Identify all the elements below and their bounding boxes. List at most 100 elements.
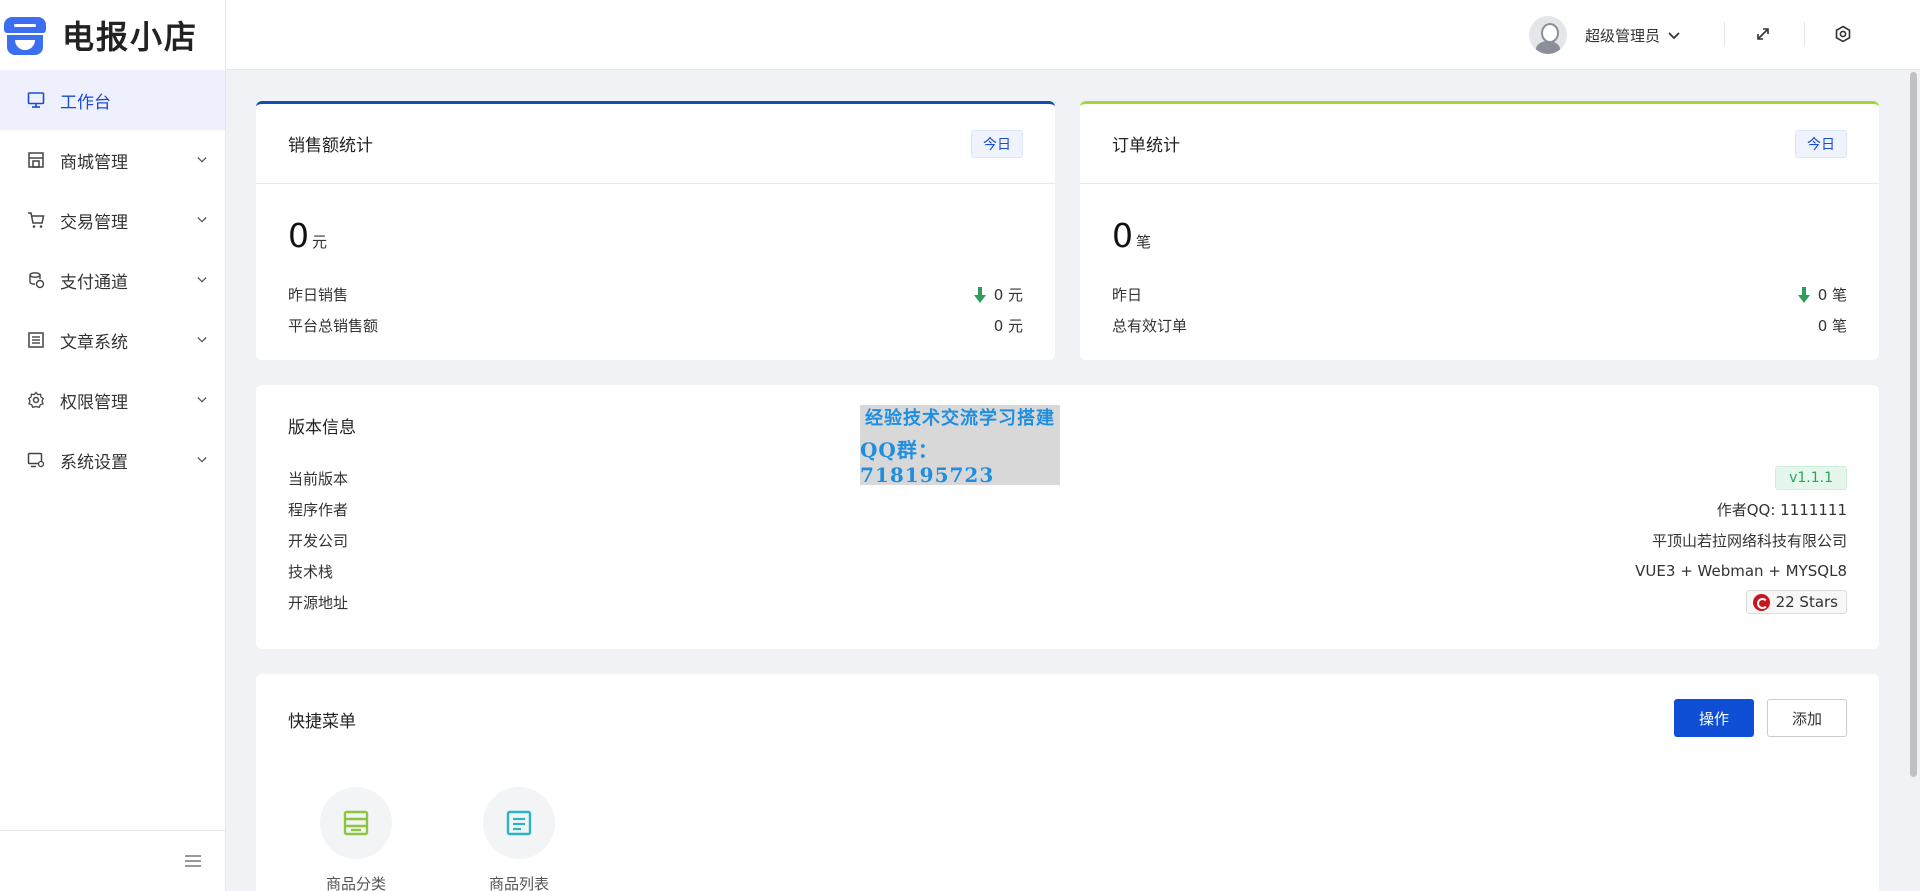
chevron-down-icon <box>197 455 207 465</box>
info-row-version: 当前版本 v1.1.1 <box>288 465 1847 491</box>
stat-row-total: 平台总销售额 0 元 <box>288 315 1023 336</box>
info-label: 技术栈 <box>288 562 334 581</box>
quick-menu-card: 快捷菜单 操作 添加 商品分类 商品列表 <box>256 674 1879 891</box>
sidebar: 电报小店 工作台 商城管理 交易管理 支付通道 文章系统 权限管理 系统设置 <box>0 0 226 891</box>
stat-row-total: 总有效订单 0 笔 <box>1112 315 1847 336</box>
chevron-down-icon[interactable] <box>1668 26 1680 44</box>
info-label: 开源地址 <box>288 593 349 612</box>
card-title: 销售额统计 <box>288 136 373 156</box>
quick-item-product-list[interactable]: 商品列表 <box>474 787 564 891</box>
user-menu[interactable]: 超级管理员 <box>1529 0 1680 70</box>
card-title: 订单统计 <box>1112 136 1180 156</box>
chevron-down-icon <box>197 155 207 165</box>
gitee-icon <box>1752 593 1770 611</box>
store-icon <box>26 150 46 170</box>
quick-item-category[interactable]: 商品分类 <box>311 787 401 891</box>
menu-collapse-icon[interactable] <box>184 853 202 869</box>
watermark-line2: QQ群：718195723 <box>860 437 995 487</box>
top-header: 超级管理员 <box>226 0 1920 70</box>
stat-value: 0 元 <box>993 286 1023 304</box>
header-divider <box>1724 22 1725 46</box>
big-unit: 笔 <box>1136 233 1152 251</box>
stat-row-yesterday: 昨日销售 0 元 <box>288 284 1023 305</box>
version-info-card: 版本信息 当前版本 v1.1.1 程序作者 作者QQ: 1111111 开发公司… <box>256 385 1879 649</box>
quick-item-icon-wrap <box>483 787 555 859</box>
info-row-company: 开发公司 平顶山若拉网络科技有限公司 <box>288 527 1847 553</box>
big-number: 0 <box>1112 216 1133 255</box>
add-button[interactable]: 添加 <box>1767 699 1847 737</box>
gear-icon <box>26 390 46 410</box>
info-row-repo: 开源地址 22 Stars <box>288 589 1847 615</box>
stat-value: 0 元 <box>993 317 1023 335</box>
sidebar-item-workbench[interactable]: 工作台 <box>0 70 225 130</box>
sales-stats-card: 销售额统计 今日 0 元 昨日销售 0 元 平台总销售额 0 元 <box>256 101 1055 360</box>
sidebar-item-permission[interactable]: 权限管理 <box>0 370 225 430</box>
arrow-down-icon <box>973 286 986 303</box>
app-logo[interactable]: 电报小店 <box>0 0 225 70</box>
list-icon <box>506 810 532 836</box>
info-label: 开发公司 <box>288 531 349 550</box>
card-title: 快捷菜单 <box>288 712 356 732</box>
fullscreen-icon[interactable] <box>1750 21 1776 47</box>
coins-icon <box>26 270 46 290</box>
chevron-down-icon <box>197 335 207 345</box>
gitee-stars-badge[interactable]: 22 Stars <box>1745 590 1847 614</box>
sidebar-item-article[interactable]: 文章系统 <box>0 310 225 370</box>
card-title: 版本信息 <box>288 418 356 438</box>
stat-value: 0 笔 <box>1817 286 1847 304</box>
stat-value: 0 笔 <box>1817 317 1847 335</box>
sidebar-item-label: 商城管理 <box>60 152 128 173</box>
sidebar-item-label: 系统设置 <box>60 452 128 473</box>
info-row-stack: 技术栈 VUE3 + Webman + MYSQL8 <box>288 558 1847 584</box>
big-number: 0 <box>288 216 309 255</box>
info-value: 作者QQ: 1111111 <box>1716 500 1847 519</box>
info-value: 平顶山若拉网络科技有限公司 <box>1651 531 1847 550</box>
quick-item-label: 商品分类 <box>325 875 386 891</box>
cart-icon <box>26 210 46 230</box>
operate-button[interactable]: 操作 <box>1674 699 1754 737</box>
sidebar-item-label: 交易管理 <box>60 212 128 233</box>
shop-logo-icon <box>4 15 46 55</box>
info-value: VUE3 + Webman + MYSQL8 <box>1635 562 1847 580</box>
stat-label: 总有效订单 <box>1112 317 1188 335</box>
user-name[interactable]: 超级管理员 <box>1585 25 1660 46</box>
arrow-down-icon <box>1797 286 1810 303</box>
page-scrollbar[interactable] <box>1910 72 1917 777</box>
system-settings-icon <box>26 450 46 470</box>
article-icon <box>26 330 46 350</box>
chevron-down-icon <box>197 395 207 405</box>
quick-item-label: 商品列表 <box>488 875 549 891</box>
info-label: 当前版本 <box>288 469 349 488</box>
sales-today-value: 0 元 <box>288 216 327 255</box>
info-row-author: 程序作者 作者QQ: 1111111 <box>288 496 1847 522</box>
sidebar-item-payment[interactable]: 支付通道 <box>0 250 225 310</box>
stat-label: 昨日 <box>1112 286 1143 304</box>
card-header: 销售额统计 今日 <box>256 104 1055 184</box>
sidebar-item-label: 权限管理 <box>60 392 128 413</box>
sidebar-item-label: 文章系统 <box>60 332 128 353</box>
monitor-icon <box>26 90 46 110</box>
sidebar-item-system[interactable]: 系统设置 <box>0 430 225 490</box>
today-tag[interactable]: 今日 <box>1795 129 1847 158</box>
category-icon <box>343 810 369 836</box>
avatar[interactable] <box>1529 16 1567 54</box>
logo-text: 电报小店 <box>62 18 199 56</box>
stat-row-yesterday: 昨日 0 笔 <box>1112 284 1847 305</box>
stars-count: 22 Stars <box>1775 593 1838 611</box>
sidebar-item-label: 工作台 <box>60 92 111 113</box>
chevron-down-icon <box>197 275 207 285</box>
chevron-down-icon <box>197 215 207 225</box>
sidebar-item-label: 支付通道 <box>60 272 128 293</box>
today-tag[interactable]: 今日 <box>971 129 1023 158</box>
big-unit: 元 <box>312 233 328 251</box>
info-label: 程序作者 <box>288 500 349 519</box>
sidebar-item-mall[interactable]: 商城管理 <box>0 130 225 190</box>
sidebar-footer <box>0 830 226 891</box>
settings-icon[interactable] <box>1830 21 1856 47</box>
header-divider <box>1804 22 1805 46</box>
stat-label: 昨日销售 <box>288 286 349 304</box>
sidebar-item-trade[interactable]: 交易管理 <box>0 190 225 250</box>
stat-label: 平台总销售额 <box>288 317 379 335</box>
watermark-line1: 经验技术交流学习搭建 <box>865 407 1055 429</box>
card-header: 订单统计 今日 <box>1080 104 1879 184</box>
